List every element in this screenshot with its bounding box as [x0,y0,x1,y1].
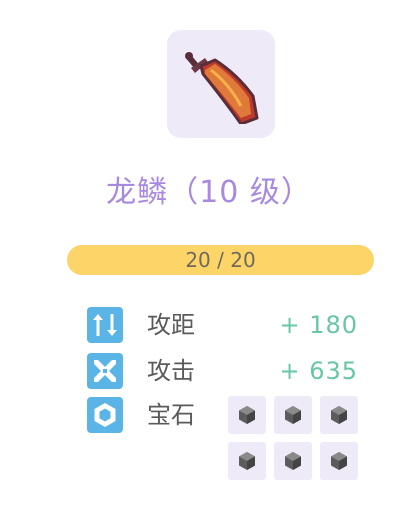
stat-value-attack: + 635 [279,357,358,385]
item-icon-tile [167,30,275,138]
gray-gem-icon [239,452,255,470]
stat-label-gems: 宝石 [147,401,195,429]
gray-gem-icon [239,406,255,424]
hexagon-gem-icon [87,397,123,433]
gem-slot-1[interactable] [228,396,266,434]
stat-label-range: 攻距 [147,311,195,339]
gray-gem-icon [285,452,301,470]
item-title: 龙鳞（10 级） [106,175,312,210]
progress-text: 20 / 20 [185,248,256,272]
gem-slot-6[interactable] [320,442,358,480]
stat-value-range: + 180 [279,311,358,339]
gray-gem-icon [285,406,301,424]
gem-slot-5[interactable] [274,442,312,480]
range-arrows-icon [87,307,123,343]
gem-slot-2[interactable] [274,396,312,434]
crossed-swords-icon [87,353,123,389]
dragon-scale-sword-icon [185,52,259,124]
gray-gem-icon [331,452,347,470]
gem-slot-3[interactable] [320,396,358,434]
level-progress-bar: 20 / 20 [67,245,374,275]
stat-label-attack: 攻击 [147,357,195,385]
gem-slot-4[interactable] [228,442,266,480]
gray-gem-icon [331,406,347,424]
